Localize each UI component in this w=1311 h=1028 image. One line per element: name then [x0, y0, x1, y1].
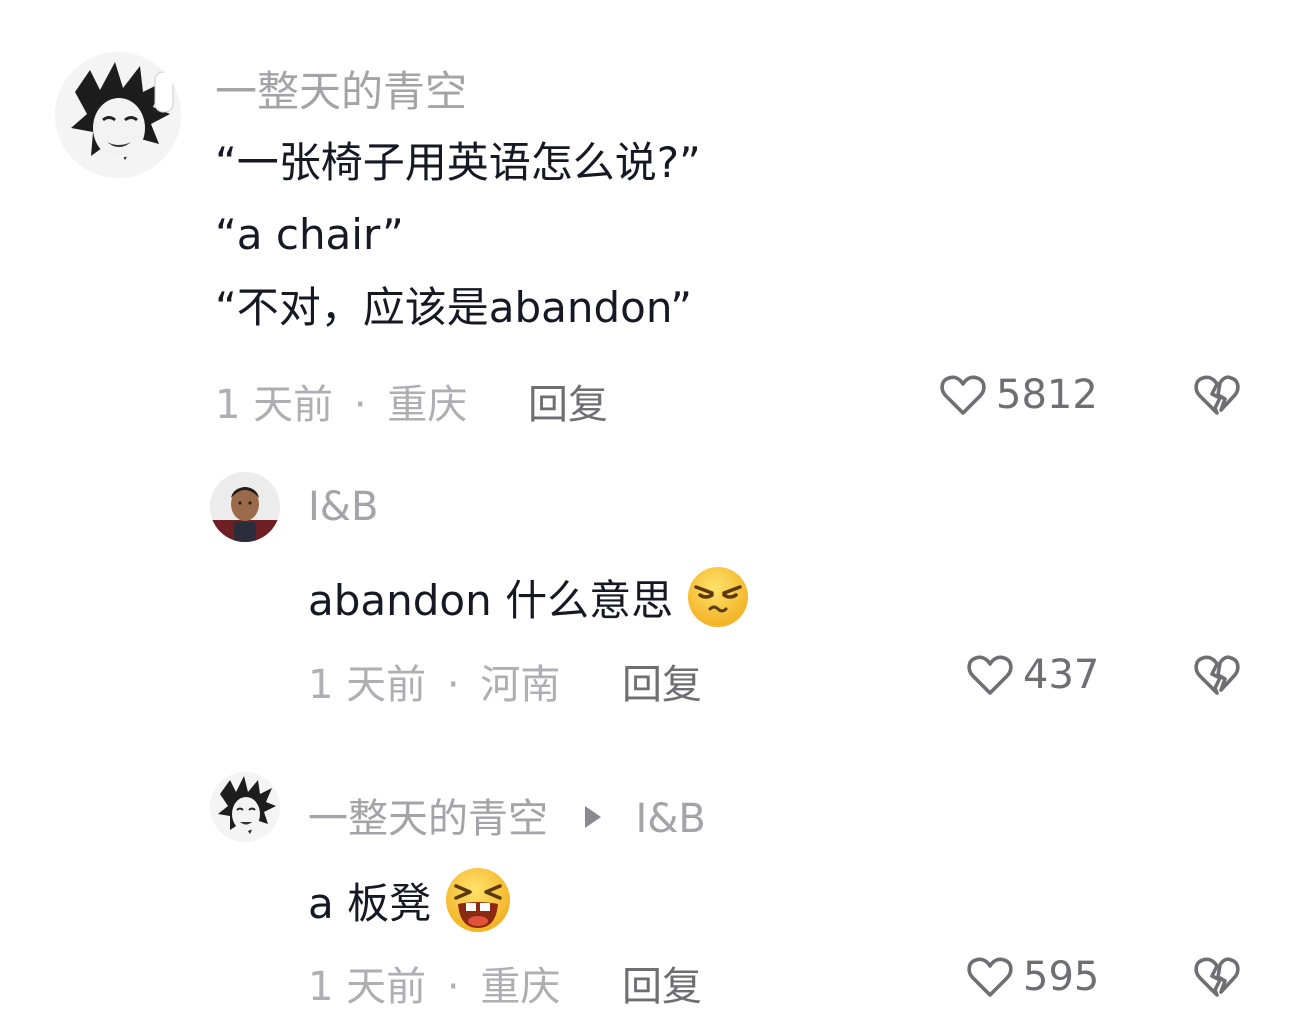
- comment-text: abandon 什么意思: [308, 565, 750, 629]
- broken-heart-icon[interactable]: [1192, 952, 1242, 1002]
- broken-heart-icon[interactable]: [1192, 370, 1242, 420]
- comment-text: “一张椅子用英语怎么说?”: [215, 138, 701, 187]
- avatar[interactable]: [210, 472, 280, 542]
- timestamp: 1 天前: [215, 382, 334, 428]
- broken-heart-icon[interactable]: [1192, 650, 1242, 700]
- username[interactable]: 一整天的青空: [308, 796, 548, 842]
- reply-button[interactable]: 回复: [622, 954, 702, 1012]
- separator: ·: [446, 662, 460, 708]
- timestamp: 1 天前: [308, 662, 427, 708]
- username-line: 一整天的青空 I&B: [308, 786, 706, 844]
- location: 重庆: [480, 964, 561, 1010]
- triangle-right-icon: [584, 806, 601, 828]
- reply-button[interactable]: 回复: [622, 652, 702, 710]
- comment-text: “a chair”: [215, 210, 404, 259]
- comment-meta: 1 天前 · 河南: [308, 652, 560, 710]
- username[interactable]: I&B: [308, 484, 378, 530]
- username[interactable]: 一整天的青空: [215, 58, 467, 119]
- separator: ·: [353, 382, 367, 428]
- location: 重庆: [387, 382, 468, 428]
- comment-body: abandon 什么意思: [308, 576, 674, 625]
- location: 河南: [480, 662, 561, 708]
- timestamp: 1 天前: [308, 964, 427, 1010]
- like-button[interactable]: 437: [965, 650, 1099, 700]
- like-count: 5812: [996, 372, 1098, 418]
- comment-item: 一整天的青空 “一张椅子用英语怎么说?” “a chair” “不对，应该是ab…: [0, 0, 1311, 440]
- comment-text: “不对，应该是abandon”: [215, 283, 692, 332]
- comment-meta: 1 天前 · 重庆: [215, 372, 467, 430]
- avatar[interactable]: [210, 772, 280, 842]
- comment-meta: 1 天前 · 重庆: [308, 954, 560, 1012]
- like-button[interactable]: 595: [965, 952, 1099, 1002]
- like-count: 437: [1023, 652, 1100, 698]
- comment-body: a 板凳: [308, 879, 432, 928]
- reply-target-username[interactable]: I&B: [635, 796, 705, 842]
- smirk-face-emoji: [688, 567, 749, 627]
- separator: ·: [446, 964, 460, 1010]
- reply-button[interactable]: 回复: [528, 372, 608, 430]
- laughing-face-emoji: [446, 868, 511, 932]
- like-count: 595: [1023, 954, 1100, 1000]
- avatar[interactable]: [55, 52, 181, 178]
- like-button[interactable]: 5812: [938, 370, 1098, 420]
- heart-outline-icon: [967, 957, 1013, 997]
- heart-outline-icon: [940, 375, 986, 415]
- reply-item: 一整天的青空 I&B a 板凳 1 天前 · 重庆 回复 595: [0, 740, 1311, 1028]
- comment-text: a 板凳: [308, 866, 512, 934]
- reply-item: I&B abandon 什么意思 1 天前 · 河南 回复 437: [0, 440, 1311, 740]
- heart-outline-icon: [967, 655, 1013, 695]
